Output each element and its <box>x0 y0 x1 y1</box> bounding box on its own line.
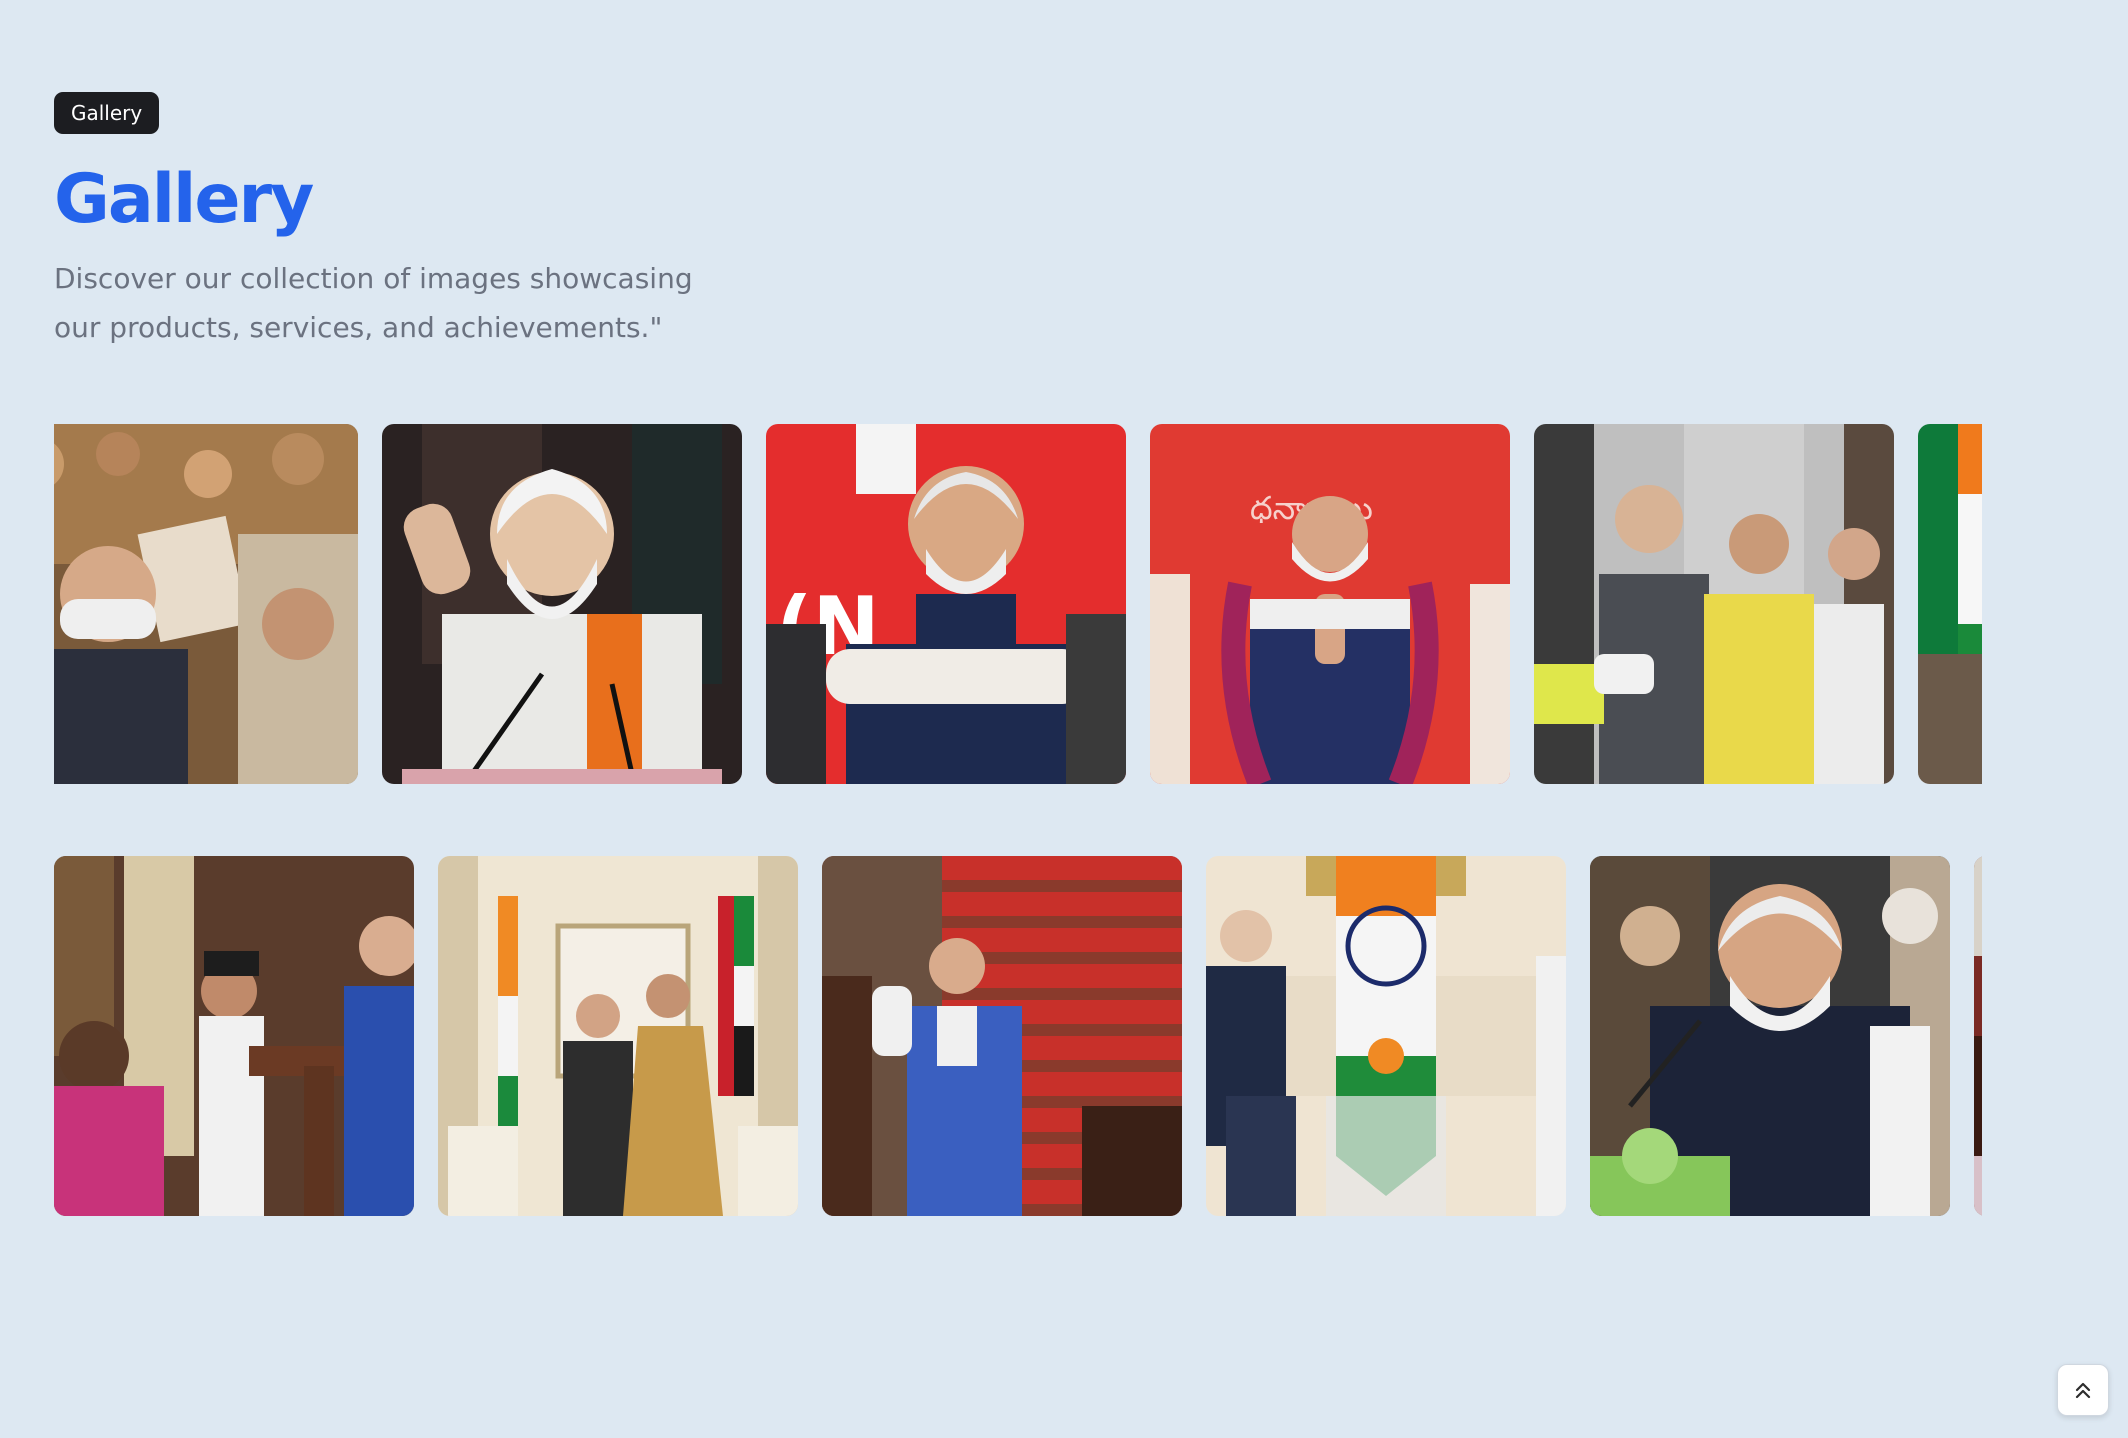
gallery-image[interactable] <box>1590 856 1950 1216</box>
page-subtitle: Discover our collection of images showca… <box>54 262 693 344</box>
podium-ceremony-photo <box>54 856 414 1216</box>
gallery-header: Gallery Gallery Discover our collection … <box>54 92 694 352</box>
gallery-image[interactable] <box>1974 856 1982 1216</box>
section-badge: Gallery <box>54 92 160 134</box>
gallery-row-2 <box>54 856 1982 1216</box>
gallery-image[interactable] <box>382 424 742 784</box>
gallery-image[interactable] <box>54 856 414 1216</box>
gallery-image[interactable] <box>1918 424 1982 784</box>
gallery-page: Gallery Gallery Discover our collection … <box>0 0 2128 1438</box>
gallery-image[interactable] <box>1534 424 1894 784</box>
gallery-image[interactable] <box>1206 856 1566 1216</box>
speaker-white-sweater-photo <box>382 424 742 784</box>
seated-red-backdrop-photo: (N <box>766 424 1126 784</box>
meeting-flag-center-photo <box>1206 856 1566 1216</box>
scroll-to-top-button[interactable] <box>2057 1364 2109 1416</box>
double-chevron-up-icon <box>2075 1382 2091 1399</box>
red-staircase-namaste-photo <box>822 856 1182 1216</box>
flags-partial-photo <box>1918 424 1982 784</box>
handshake-flags-photo <box>438 856 798 1216</box>
gallery-image[interactable] <box>822 856 1182 1216</box>
page-title: Gallery <box>54 160 314 239</box>
gallery-row-1: (N ధనాదాలు <box>54 424 1982 784</box>
conference-microphone-photo <box>1590 856 1950 1216</box>
crowd-greeting-photo <box>54 424 358 784</box>
garland-namaste-photo: ధనాదాలు <box>1150 424 1510 784</box>
group-standing-photo <box>1534 424 1894 784</box>
hall-partial-photo <box>1974 856 1982 1216</box>
gallery-image[interactable]: (N <box>766 424 1126 784</box>
gallery-image[interactable]: ధనాదాలు <box>1150 424 1510 784</box>
gallery-image[interactable] <box>438 856 798 1216</box>
gallery-image[interactable] <box>54 424 358 784</box>
